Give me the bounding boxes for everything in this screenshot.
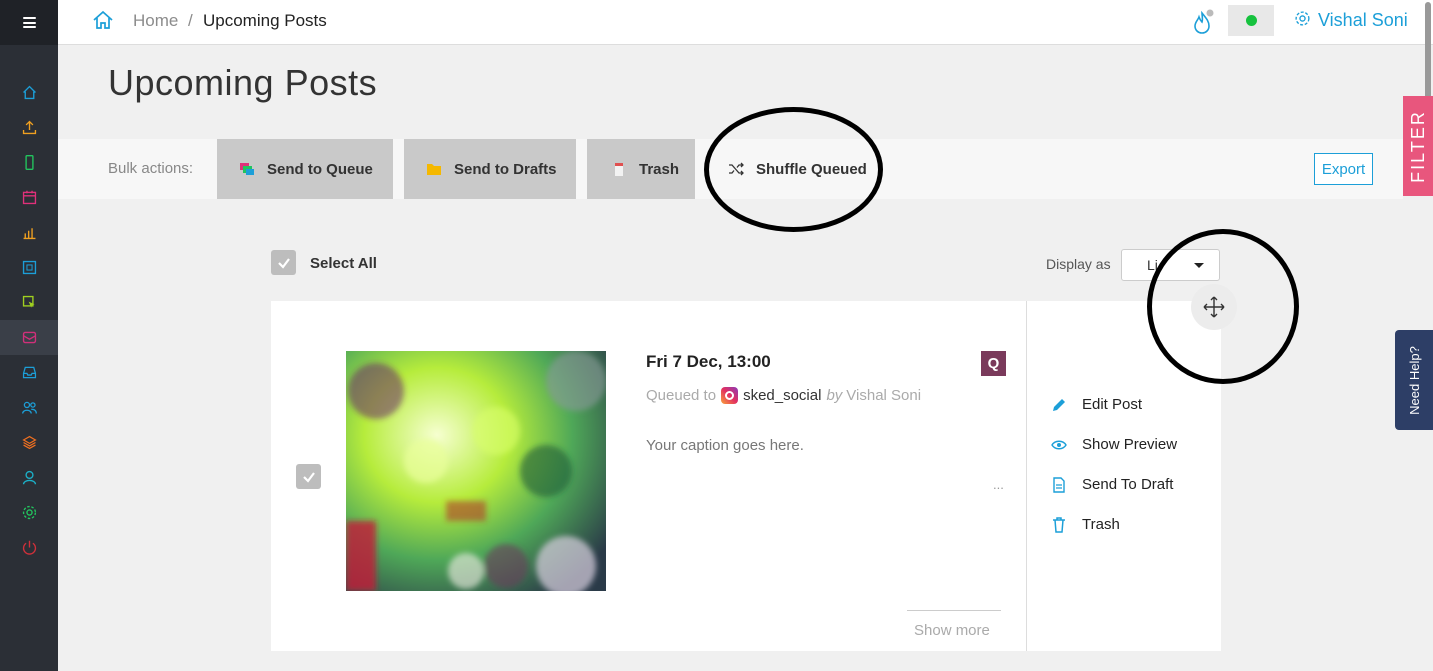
bulk-actions-label: Bulk actions: bbox=[108, 160, 194, 177]
queued-to-label: Queued to bbox=[646, 387, 717, 404]
sidebar-item-home[interactable] bbox=[0, 75, 58, 110]
sidebar-item-grid[interactable] bbox=[0, 250, 58, 285]
by-label: by bbox=[826, 387, 843, 404]
sidebar-item-queue[interactable] bbox=[0, 320, 58, 355]
pencil-icon bbox=[1053, 398, 1065, 411]
queue-icon bbox=[22, 331, 36, 344]
sidebar-item-settings[interactable] bbox=[0, 495, 58, 530]
sidebar-item-click[interactable] bbox=[0, 285, 58, 320]
inbox-icon bbox=[22, 366, 36, 379]
instagram-icon bbox=[721, 387, 739, 404]
sidebar-item-logout[interactable] bbox=[0, 530, 58, 565]
breadcrumb-separator: / bbox=[188, 11, 193, 30]
trash-icon bbox=[1053, 516, 1065, 533]
power-icon bbox=[22, 540, 36, 555]
checkmark-icon bbox=[277, 257, 290, 269]
eye-icon bbox=[1051, 440, 1067, 449]
filter-tab-label: FILTER bbox=[1407, 109, 1428, 183]
home-icon[interactable] bbox=[92, 9, 114, 31]
folder-icon bbox=[427, 164, 441, 175]
show-preview-label: Show Preview bbox=[1082, 436, 1178, 453]
send-to-queue-label: Send to Queue bbox=[267, 160, 373, 178]
select-all-label[interactable]: Select All bbox=[310, 255, 377, 272]
bulk-trash-button[interactable]: Trash bbox=[587, 139, 695, 199]
send-to-draft-label: Send To Draft bbox=[1082, 476, 1174, 493]
checkmark-icon bbox=[302, 471, 315, 483]
gear-icon bbox=[1295, 11, 1310, 26]
author-name: Vishal Soni bbox=[846, 387, 922, 404]
bulk-trash-label: Trash bbox=[639, 160, 680, 178]
breadcrumb-current: Upcoming Posts bbox=[203, 11, 327, 30]
page-title: Upcoming Posts bbox=[108, 62, 378, 103]
post-date: Fri 7 Dec, 13:00 bbox=[646, 352, 771, 371]
status-dot bbox=[1245, 15, 1257, 26]
select-all-checkbox[interactable] bbox=[271, 250, 296, 275]
user-menu[interactable]: Vishal Soni bbox=[1318, 10, 1408, 31]
trash-label: Trash bbox=[1082, 516, 1120, 533]
edit-post-action[interactable]: Edit Post bbox=[1051, 396, 1142, 413]
top-bar: Home / Upcoming Posts Vishal Soni bbox=[58, 0, 1433, 45]
trash-action[interactable]: Trash bbox=[1051, 516, 1120, 533]
send-to-draft-action[interactable]: Send To Draft bbox=[1051, 476, 1173, 493]
home-icon bbox=[22, 85, 36, 100]
edit-post-label: Edit Post bbox=[1082, 396, 1143, 413]
trash-icon bbox=[615, 163, 623, 176]
document-icon bbox=[1053, 476, 1065, 493]
sidebar bbox=[0, 0, 58, 671]
send-to-drafts-button[interactable]: Send to Drafts bbox=[404, 139, 576, 199]
post-checkbox[interactable] bbox=[296, 464, 321, 489]
profile-icon bbox=[22, 470, 36, 485]
layers-icon bbox=[21, 435, 37, 450]
menu-toggle-button[interactable] bbox=[0, 0, 58, 45]
send-to-drafts-label: Send to Drafts bbox=[454, 160, 557, 178]
show-preview-action[interactable]: Show Preview bbox=[1051, 436, 1177, 453]
queued-badge: Q bbox=[981, 351, 1006, 376]
sidebar-item-layers[interactable] bbox=[0, 425, 58, 460]
divider bbox=[907, 610, 1001, 611]
sidebar-item-mobile[interactable] bbox=[0, 145, 58, 180]
grid-icon bbox=[22, 260, 36, 275]
hamburger-icon bbox=[22, 17, 36, 28]
queue-stack-icon bbox=[240, 163, 254, 175]
status-indicator[interactable] bbox=[1228, 5, 1274, 36]
users-icon bbox=[21, 401, 37, 414]
flame-icon[interactable] bbox=[1190, 8, 1216, 36]
upload-icon bbox=[22, 120, 36, 135]
sidebar-item-analytics[interactable] bbox=[0, 215, 58, 250]
show-more-link[interactable]: Show more bbox=[914, 622, 990, 639]
display-as-label: Display as bbox=[1046, 256, 1111, 272]
post-caption: Your caption goes here. bbox=[646, 437, 804, 454]
analytics-icon bbox=[23, 228, 35, 240]
calendar-icon bbox=[22, 190, 36, 205]
sidebar-item-upload[interactable] bbox=[0, 110, 58, 145]
send-to-queue-button[interactable]: Send to Queue bbox=[217, 139, 393, 199]
need-help-tab[interactable]: Need Help? bbox=[1395, 330, 1433, 430]
sidebar-item-users[interactable] bbox=[0, 390, 58, 425]
need-help-label: Need Help? bbox=[1406, 345, 1422, 415]
settings-icon bbox=[22, 505, 36, 520]
breadcrumb-home[interactable]: Home bbox=[133, 11, 178, 31]
annotation-circle bbox=[1147, 229, 1299, 384]
sidebar-item-inbox[interactable] bbox=[0, 355, 58, 390]
sidebar-item-profile[interactable] bbox=[0, 460, 58, 495]
divider bbox=[1026, 301, 1027, 651]
export-button[interactable]: Export bbox=[1314, 153, 1373, 185]
click-icon bbox=[22, 295, 35, 308]
mobile-icon bbox=[24, 155, 34, 170]
annotation-circle bbox=[704, 107, 883, 232]
queued-info: Queued to sked_social by Vishal Soni bbox=[646, 387, 921, 404]
filter-tab[interactable]: FILTER bbox=[1403, 96, 1433, 196]
account-name[interactable]: sked_social bbox=[743, 387, 821, 404]
sidebar-item-calendar[interactable] bbox=[0, 180, 58, 215]
caption-ellipsis: ... bbox=[993, 477, 1004, 492]
post-image[interactable] bbox=[346, 351, 606, 591]
post-card: Fri 7 Dec, 13:00 Q Queued to sked_social… bbox=[271, 301, 1221, 651]
